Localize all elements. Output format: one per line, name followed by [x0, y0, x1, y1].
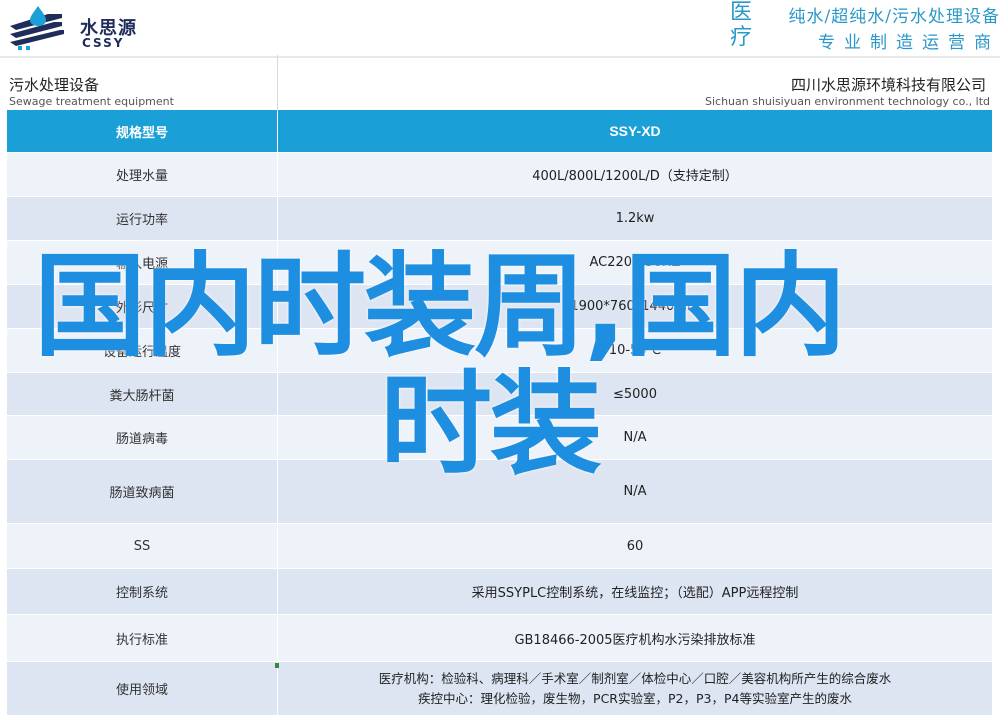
row-value: 采用SSYPLC控制系统，在线监控；（选配）APP远程控制: [277, 569, 992, 614]
slogan-medical: 医疗: [729, 0, 752, 50]
header-divider: [0, 56, 1000, 58]
table-row: 使用领域 医疗机构：检验科、病理科／手术室／制剂室／体检中心／口腔／美容机构所产…: [7, 662, 992, 716]
green-marker: [275, 663, 279, 668]
header-label: 规格型号: [115, 125, 168, 141]
row-label: SS: [133, 538, 151, 554]
page-header: 水思源 CSSY 医疗 纯水/超纯水/污水处理设备 专业制造运营商: [0, 0, 1000, 58]
product-category-en: Sewage treatment equipment: [9, 95, 174, 108]
row-value: 1.2kw: [277, 197, 992, 240]
table-row: SS 60: [7, 524, 992, 569]
table-header-row: 规格型号 SSY-XD: [7, 110, 992, 153]
brand-name-en: CSSY: [82, 36, 125, 50]
overlay-headline: 国内时装周,国内 时装: [34, 248, 934, 484]
overlay-line-1: 国内时装周,国内: [34, 242, 847, 372]
table-row: 运行功率 1.2kw: [7, 197, 992, 241]
row-label: 运行功率: [115, 213, 168, 228]
company-name-en: Sichuan shuisiyuan environment technolog…: [704, 95, 990, 108]
overlay-line-2: 时装: [380, 360, 602, 490]
product-subheader: 污水处理设备 Sewage treatment equipment 四川水思源环…: [0, 62, 1000, 110]
row-value: 60: [277, 524, 992, 568]
slogan-line-1: 纯水/超纯水/污水处理设备: [788, 7, 1000, 27]
slogan: 医疗 纯水/超纯水/污水处理设备 专业制造运营商: [720, 0, 1000, 53]
product-category-cn: 污水处理设备: [9, 76, 100, 94]
row-value: 医疗机构：检验科、病理科／手术室／制剂室／体检中心／口腔／美容机构所产生的综合废…: [277, 662, 992, 715]
row-value: GB18466-2005医疗机构水污染排放标准: [277, 615, 992, 661]
usage-line-cdc: 疾控中心：理化检验，废生物，PCR实验室，P2，P3，P4等实验室产生的废水: [418, 690, 852, 706]
table-row: 执行标准 GB18466-2005医疗机构水污染排放标准: [7, 615, 992, 662]
header-model: SSY-XD: [277, 110, 992, 152]
company-name-cn: 四川水思源环境科技有限公司: [790, 76, 986, 94]
row-label: 使用领域: [115, 683, 168, 698]
table-row: 控制系统 采用SSYPLC控制系统，在线监控；（选配）APP远程控制: [7, 569, 992, 615]
row-label: 控制系统: [115, 586, 168, 601]
row-value: 400L/800L/1200L/D（支持定制）: [277, 153, 992, 196]
usage-line-medical: 医疗机构：检验科、病理科／手术室／制剂室／体检中心／口腔／美容机构所产生的综合废…: [378, 670, 892, 686]
water-drop-logo-icon: [10, 6, 64, 50]
row-label: 处理水量: [115, 169, 168, 184]
row-label: 执行标准: [115, 632, 168, 648]
table-row: 处理水量 400L/800L/1200L/D（支持定制）: [7, 153, 992, 197]
column-divider: [277, 55, 278, 110]
slogan-line-2: 专业制造运营商: [818, 33, 1000, 53]
brand-logo[interactable]: 水思源 CSSY: [8, 6, 168, 52]
